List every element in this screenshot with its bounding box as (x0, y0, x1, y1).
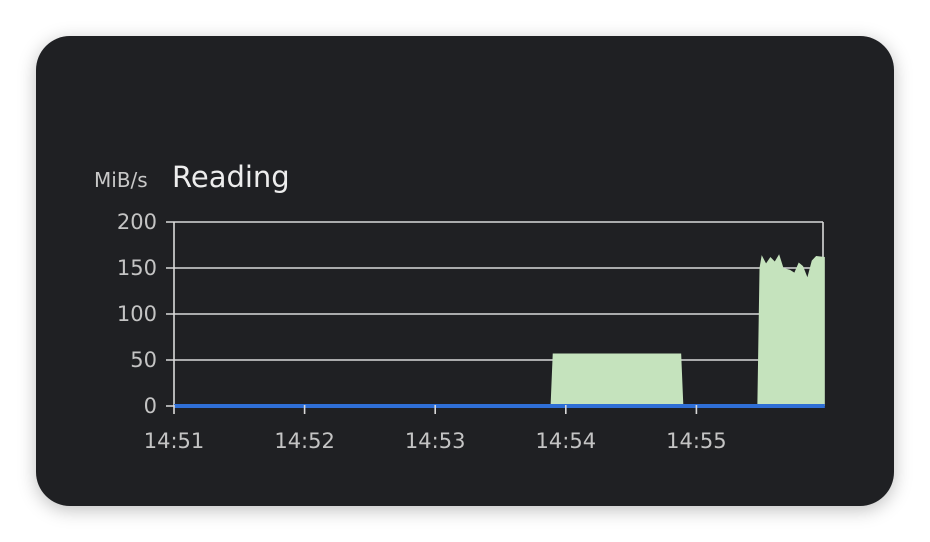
x-tick-label-14:51: 14:51 (144, 429, 205, 453)
reading-chart: 0 50 100 150 200 14:51 14:52 14:53 14:54 14:55 (117, 210, 825, 453)
x-tick-label-14:52: 14:52 (274, 429, 335, 453)
y-tick-label-100: 100 (117, 302, 157, 326)
axis-layer (173, 404, 825, 414)
y-tick-label-200: 200 (117, 210, 157, 234)
x-tick-label-14:55: 14:55 (666, 429, 727, 453)
y-tick-label-150: 150 (117, 256, 157, 280)
x-tick-label-14:53: 14:53 (405, 429, 466, 453)
x-tick-label-14:54: 14:54 (536, 429, 597, 453)
grid-layer (166, 221, 824, 407)
area-layer (174, 254, 825, 406)
y-tick-label-0: 0 (144, 394, 157, 418)
reading-area-series (174, 254, 825, 406)
y-tick-label-50: 50 (130, 348, 157, 372)
label-layer: 0 50 100 150 200 14:51 14:52 14:53 14:54 14:55 (117, 210, 727, 453)
